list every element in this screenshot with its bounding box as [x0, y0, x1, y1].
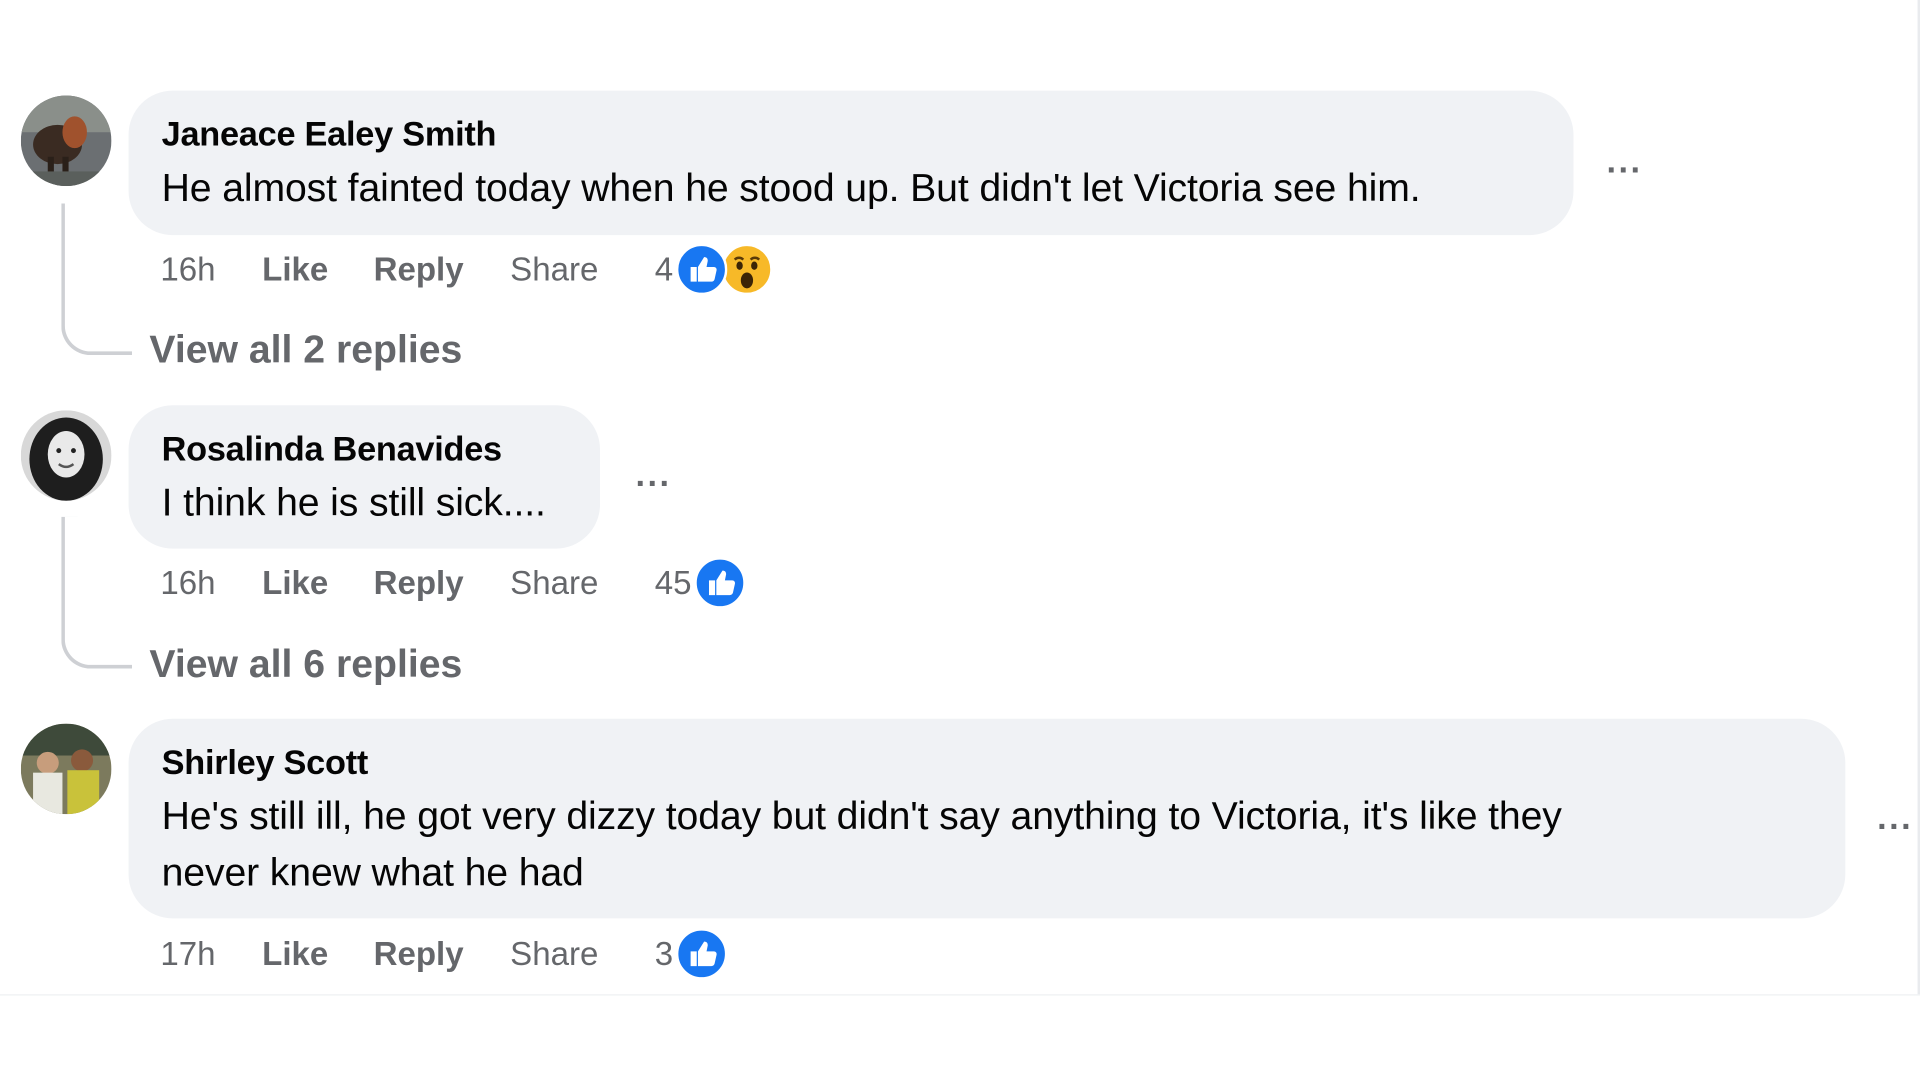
- share-button[interactable]: Share: [510, 564, 598, 602]
- like-icon[interactable]: [675, 928, 728, 980]
- like-button[interactable]: Like: [262, 250, 328, 288]
- like-icon[interactable]: [675, 243, 728, 296]
- comment-text: He's still ill, he got very dizzy today …: [162, 787, 1811, 900]
- comment-bubble: Shirley Scott He's still ill, he got ver…: [128, 718, 1846, 919]
- share-button[interactable]: Share: [510, 250, 598, 288]
- comment-text: I think he is still sick....: [161, 480, 546, 525]
- thread-connector: [61, 516, 133, 669]
- like-icon[interactable]: [693, 557, 746, 609]
- comment-text-line: never knew what he had: [161, 849, 584, 894]
- comment-timestamp[interactable]: 16h: [160, 564, 215, 602]
- reply-button[interactable]: Reply: [374, 564, 464, 602]
- like-button[interactable]: Like: [262, 935, 328, 973]
- comment-timestamp[interactable]: 17h: [160, 935, 215, 973]
- thread-connector: [61, 203, 133, 356]
- comment-text: He almost fainted today when he stood up…: [161, 165, 1421, 210]
- avatar[interactable]: [20, 410, 112, 501]
- comment-timestamp[interactable]: 16h: [160, 250, 215, 288]
- share-button[interactable]: Share: [510, 935, 598, 973]
- comments-panel: Janeace Ealey Smith He almost fainted to…: [0, 0, 1920, 1068]
- more-options-button[interactable]: ...: [636, 457, 672, 491]
- view-replies-link[interactable]: View all 2 replies: [149, 324, 462, 373]
- comment-author[interactable]: Shirley Scott: [162, 741, 1811, 785]
- reaction-count[interactable]: 45: [655, 564, 692, 602]
- reaction-count[interactable]: 3: [655, 935, 673, 973]
- avatar[interactable]: [20, 723, 112, 815]
- comment-bubble: Rosalinda Benavides I think he is still …: [128, 405, 601, 549]
- comment-bubble: Janeace Ealey Smith He almost fainted to…: [128, 90, 1574, 236]
- like-button[interactable]: Like: [262, 564, 328, 602]
- feed-divider: [0, 994, 1920, 996]
- reply-button[interactable]: Reply: [374, 935, 464, 973]
- comment-actions: 16h Like Reply Share 45: [160, 557, 746, 609]
- more-options-button[interactable]: ...: [1877, 800, 1913, 834]
- comment-actions: 16h Like Reply Share 4: [160, 243, 773, 296]
- avatar[interactable]: [20, 95, 112, 187]
- wow-icon[interactable]: [720, 243, 773, 296]
- comment-actions: 17h Like Reply Share 3: [160, 928, 728, 980]
- reaction-count[interactable]: 4: [655, 250, 673, 288]
- reply-button[interactable]: Reply: [374, 250, 464, 288]
- comment-text-line: He's still ill, he got very dizzy today …: [161, 793, 1562, 838]
- comment-author[interactable]: Rosalinda Benavides: [162, 427, 566, 471]
- more-options-button[interactable]: ...: [1607, 144, 1643, 178]
- view-replies-link[interactable]: View all 6 replies: [149, 639, 462, 688]
- comment-author[interactable]: Janeace Ealey Smith: [162, 113, 1540, 157]
